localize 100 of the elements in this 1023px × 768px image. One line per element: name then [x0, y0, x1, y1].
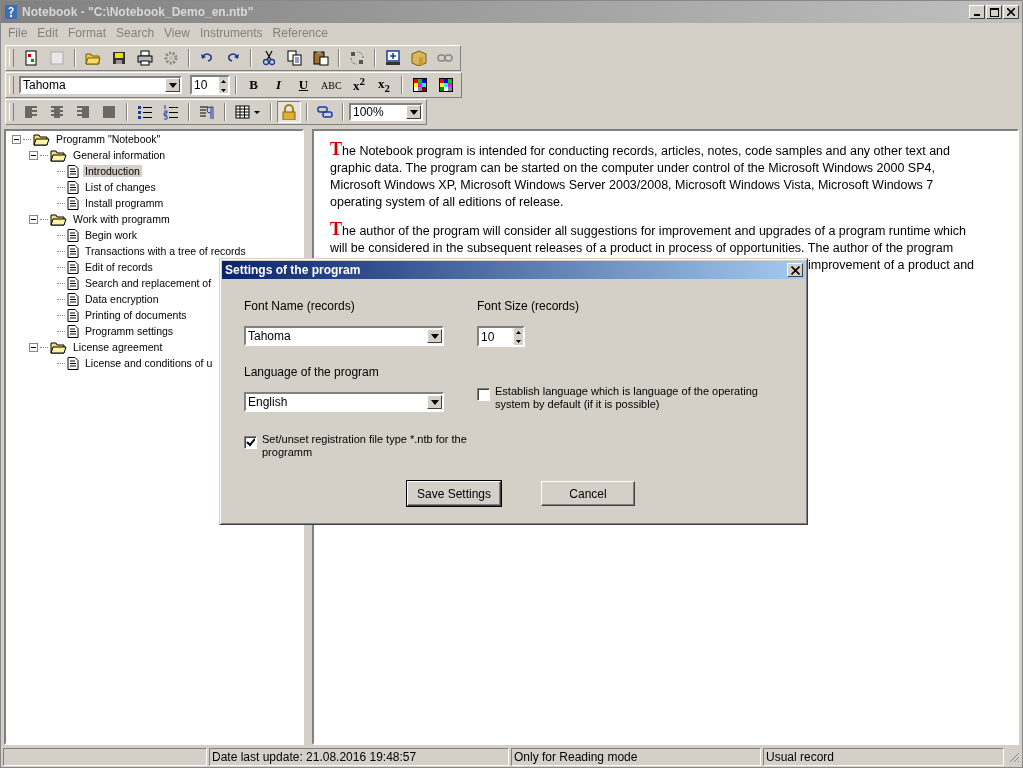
sub-button[interactable]: x$_{2}$: [372, 74, 396, 96]
cancel-button[interactable]: Cancel: [541, 481, 635, 506]
collapse-icon[interactable]: [12, 134, 21, 144]
color-grid-icon: [437, 77, 454, 93]
link-icon: [317, 104, 333, 120]
collapse-icon[interactable]: [29, 150, 38, 160]
document-icon: [67, 180, 79, 194]
monitor-icon: [385, 50, 401, 66]
tree-item[interactable]: License agreement: [71, 341, 165, 353]
tree-item[interactable]: Data encryption: [83, 293, 161, 305]
table-icon: [235, 104, 261, 120]
spin-arrows-icon: [219, 77, 228, 95]
tree-item[interactable]: Programm settings: [83, 325, 176, 337]
underline-button[interactable]: U: [292, 74, 315, 96]
strike-button[interactable]: ABC: [317, 74, 346, 96]
text-line: graphic data. The program can be started on the computer under control of the Microsoft Windows 2000 SP4,: [330, 160, 935, 177]
status-panel: Only for Reading mode: [511, 748, 761, 766]
minimize-button[interactable]: [969, 5, 985, 19]
close-icon: [790, 265, 800, 275]
bold-button[interactable]: B: [242, 74, 265, 96]
lock-button[interactable]: [277, 101, 301, 123]
font-combo[interactable]: Tahoma: [19, 76, 182, 94]
field-label: Language of the program: [244, 365, 380, 381]
document-icon: [23, 50, 39, 66]
tree-item[interactable]: General information: [71, 149, 168, 161]
collapse-icon[interactable]: [29, 214, 38, 224]
collapse-icon[interactable]: [29, 342, 38, 352]
dialog-title: Settings of the program: [225, 263, 361, 277]
dropdown-icon: [430, 399, 439, 405]
paste-icon: [313, 50, 329, 66]
tree-item[interactable]: Install programm: [83, 197, 166, 209]
blank-icon: [49, 50, 65, 66]
dropdown-icon: [409, 109, 418, 115]
save-button[interactable]: Save Settings: [407, 481, 501, 506]
open-folder-icon: [85, 50, 101, 66]
tree-item[interactable]: Begin work: [83, 229, 139, 241]
resize-grip-icon: [1008, 751, 1020, 763]
language-dropdown[interactable]: English: [244, 392, 444, 412]
document-icon: [67, 260, 79, 274]
scissors-icon: [261, 50, 277, 66]
tree-item[interactable]: Transactions with a tree of records: [83, 245, 248, 257]
tree-item[interactable]: Printing of documents: [83, 309, 189, 321]
app-icon: [4, 4, 18, 20]
bullet-list-icon: [137, 104, 153, 120]
status-panel: Usual record: [763, 748, 1004, 766]
dropdown-icon: [430, 333, 439, 339]
tree-item[interactable]: Work with programm: [71, 213, 172, 225]
document-icon: [67, 308, 79, 322]
close-button[interactable]: [787, 263, 803, 277]
numbered-list-icon: [163, 104, 179, 120]
field-label: Font Size (records): [477, 299, 581, 315]
text-line: Microsoft Windows XP, Microsoft Windows Server 2003/2008, Microsoft Windows Vista, Microsoft Windows 7: [330, 177, 934, 194]
gear-icon: [163, 50, 179, 66]
window-title: Notebook - "C:\Notebook_Demo_en.ntb": [22, 5, 255, 19]
folder-icon: [50, 340, 67, 354]
drop-letter: T: [330, 141, 342, 158]
printer-icon: [137, 50, 153, 66]
close-icon: [1007, 8, 1015, 16]
document-icon: [67, 276, 79, 290]
tree-item[interactable]: Search and replacement of: [83, 277, 214, 289]
checkbox-label: Set/unset registration file type *.ntb for the programm: [262, 433, 467, 459]
tree-item[interactable]: Introduction: [83, 165, 142, 177]
italic-button[interactable]: I: [267, 74, 290, 96]
folder-icon: [50, 148, 67, 162]
tree-item[interactable]: Edit of records: [83, 261, 155, 273]
maximize-icon: [989, 7, 999, 17]
document-icon: [67, 164, 79, 178]
font-size-spinner[interactable]: 10: [477, 326, 525, 347]
field-label: Font Name (records): [244, 299, 356, 315]
checkbox-label: Establish language which is language of the operating system by default (if it is possible): [495, 385, 759, 411]
folder-icon: [33, 132, 50, 146]
tree-item[interactable]: Programm "Notebook": [54, 133, 163, 145]
close-button[interactable]: [1003, 5, 1019, 19]
checkbox[interactable]: [244, 436, 257, 449]
document-icon: [67, 356, 79, 370]
text-line: he author of the program will consider all suggestions for improvement and upgrades of a program runtime which: [342, 224, 966, 240]
tree-item[interactable]: List of changes: [83, 181, 158, 193]
maximize-button[interactable]: [986, 5, 1002, 19]
spin-arrows-icon: [514, 328, 523, 346]
font-size-spinner[interactable]: 10: [190, 75, 230, 95]
document-icon: [67, 244, 79, 258]
color-grid-icon: [411, 77, 428, 93]
document-icon: [67, 324, 79, 338]
text-line: will be considered in the subsequent releases of a product in process of opportunities. The author of the program: [330, 240, 954, 257]
dropdown-icon: [168, 82, 177, 88]
folder-icon: [50, 212, 67, 226]
copy-icon: [287, 50, 303, 66]
checkbox[interactable]: [477, 388, 490, 401]
document-icon: [67, 292, 79, 306]
text-line: he Notebook program is intended for conducting records, articles, notes, code samples and any other text and: [342, 144, 950, 160]
document-icon: [67, 196, 79, 210]
text-line: operating system of all editions of release.: [330, 194, 564, 211]
paragraph-icon: [199, 104, 215, 120]
replace-icon: [349, 50, 365, 66]
font-name-dropdown[interactable]: Tahoma: [244, 326, 444, 346]
zoom-combo[interactable]: 100%: [349, 103, 423, 121]
tree-item[interactable]: License and conditions of u: [83, 357, 215, 369]
super-button[interactable]: x$^{2}$: [347, 74, 371, 96]
text-line: improvement of a product and: [808, 257, 975, 274]
status-panel: Date last update: 21.08.2016 19:48:57: [209, 748, 509, 766]
